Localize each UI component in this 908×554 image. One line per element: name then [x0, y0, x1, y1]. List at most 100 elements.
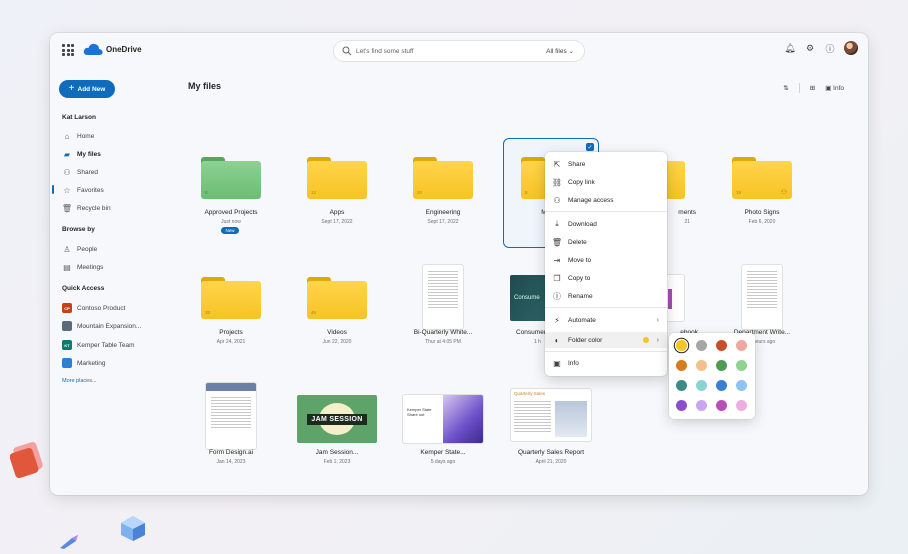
context-menu: ⇱ Share ⛓ Copy link ⚇ Manage access ⤓ Downlo…	[545, 152, 667, 376]
file-tile[interactable]: 19 ⚇ Photo Signs Feb 6, 2020	[715, 139, 809, 247]
search-scope-label: All files	[546, 48, 567, 55]
color-swatch[interactable]	[676, 360, 687, 371]
color-swatch[interactable]	[696, 380, 707, 391]
sidebar-item-label: Favorites	[77, 186, 104, 194]
app-name: OneDrive	[106, 45, 142, 54]
file-tile[interactable]: Bi-Quarterly White... Thur at 4:05 PM	[396, 259, 490, 367]
file-tile[interactable]: Kemper State Share out Kemper State... 5…	[396, 379, 490, 487]
file-tile[interactable]: 46 Videos Jun 22, 2020	[290, 259, 384, 367]
sidebar-item-favorites[interactable]: ☆ Favorites	[62, 184, 104, 196]
more-places-link[interactable]: More places...	[62, 378, 97, 384]
copy-icon: ❐	[553, 273, 561, 283]
menu-divider	[545, 211, 667, 212]
folder-icon: 12	[307, 157, 367, 199]
menu-item-info[interactable]: ▣ Info	[545, 355, 667, 371]
home-icon: ⌂	[64, 131, 70, 141]
color-swatch[interactable]	[736, 340, 747, 351]
menu-item-copy-link[interactable]: ⛓ Copy link	[545, 174, 667, 190]
menu-item-copy-to[interactable]: ❐ Copy to	[545, 270, 667, 286]
menu-item-label: Move to	[568, 256, 592, 264]
file-tile[interactable]: Quarterly Sales Quarterly Sales Report A…	[504, 379, 598, 487]
quick-item-kemper[interactable]: KT Kemper Table Team	[62, 339, 135, 351]
color-swatch[interactable]	[676, 380, 687, 391]
color-swatch[interactable]	[716, 400, 727, 411]
tile-name: Jam Session...	[315, 449, 359, 456]
star-icon: ☆	[63, 185, 71, 195]
color-swatch[interactable]	[676, 400, 687, 411]
sidebar-item-label: Shared	[77, 168, 98, 176]
color-swatch[interactable]	[736, 380, 747, 391]
file-tile[interactable]: 20 Engineering Sept 17, 2022	[396, 139, 490, 247]
file-tile[interactable]: 8 Approved Projects Just now New	[184, 139, 278, 247]
decorative-cube-icon	[121, 516, 145, 541]
tile-meta: 5 days ago	[430, 459, 456, 465]
tile-meta: Feb 1, 2023	[323, 459, 351, 465]
file-tile[interactable]: 12 Apps Sept 17, 2022	[290, 139, 384, 247]
thumbnail-text: JAM SESSION	[311, 416, 363, 423]
quick-access-heading: Quick Access	[62, 285, 105, 292]
sidebar-item-shared[interactable]: ⚇ Shared	[62, 166, 98, 178]
sidebar-item-people[interactable]: ♙ People	[62, 243, 97, 255]
quick-item-marketing[interactable]: Marketing	[62, 357, 106, 369]
gear-icon[interactable]: ⚙	[804, 42, 816, 54]
palette-icon: ◐	[554, 335, 560, 345]
color-swatch[interactable]	[676, 340, 687, 351]
menu-item-folder-color[interactable]: ◐ Folder color ›	[545, 332, 667, 348]
file-tile[interactable]: 33 Projects Apr 24, 2021	[184, 259, 278, 367]
help-icon[interactable]: ⓘ	[824, 42, 836, 54]
bell-icon[interactable]: 🔔︎	[784, 42, 796, 54]
tile-name: Apps	[329, 209, 345, 216]
search-box[interactable]: Let's find some stuff All files ⌄	[334, 41, 584, 61]
tile-meta: Sept 17, 2022	[427, 219, 459, 225]
color-swatch[interactable]	[716, 380, 727, 391]
menu-item-share[interactable]: ⇱ Share	[545, 156, 667, 172]
menu-item-automate[interactable]: ⚡︎ Automate ›	[545, 312, 667, 328]
quick-item-contoso[interactable]: CP Contoso Product	[62, 302, 125, 314]
file-tile[interactable]: Form Design.ai Jan 14, 2023	[184, 379, 278, 487]
active-indicator	[52, 185, 54, 194]
color-swatch[interactable]	[716, 360, 727, 371]
site-image-icon	[62, 358, 72, 368]
sidebar-item-meetings[interactable]: ▤ Meetings	[62, 261, 103, 273]
color-swatch[interactable]	[696, 360, 707, 371]
info-label: Info	[833, 85, 844, 92]
quick-item-label: Contoso Product	[77, 304, 126, 312]
chevron-down-icon: ⌄	[568, 48, 574, 55]
sort-icon[interactable]: ⇅	[783, 84, 788, 92]
new-badge: New	[221, 227, 239, 234]
people-icon: ⚇	[553, 195, 561, 205]
info-button[interactable]: ▣ Info	[825, 84, 844, 92]
tile-meta: Just now	[221, 219, 241, 225]
search-input[interactable]: Let's find some stuff	[356, 48, 413, 55]
grid-view-icon[interactable]: ⊞	[810, 84, 815, 92]
color-swatch[interactable]	[696, 340, 707, 351]
checkbox-checked-icon[interactable]: ✓	[586, 143, 594, 151]
color-swatch[interactable]	[696, 400, 707, 411]
menu-item-move-to[interactable]: ⇥ Move to	[545, 252, 667, 268]
color-swatch[interactable]	[736, 360, 747, 371]
menu-item-rename[interactable]: Ⓘ Rename	[545, 288, 667, 304]
calendar-icon: ▤	[63, 262, 71, 272]
file-tile[interactable]: JAM SESSION Jam Session... Feb 1, 2023	[290, 379, 384, 487]
app-launcher-icon[interactable]	[62, 44, 74, 56]
move-folder-icon: ⇥	[553, 255, 561, 265]
menu-item-download[interactable]: ⤓ Download	[545, 216, 667, 232]
menu-item-delete[interactable]: 🗑︎ Delete	[545, 234, 667, 250]
sidebar-item-my-files[interactable]: ▰ My files	[62, 148, 101, 160]
color-swatch[interactable]	[716, 340, 727, 351]
folder-color-palette	[669, 333, 755, 419]
sidebar-item-recycle-bin[interactable]: 🗑︎ Recycle bin	[62, 202, 111, 214]
sidebar-item-label: People	[77, 245, 98, 253]
sidebar-item-home[interactable]: ⌂ Home	[62, 130, 95, 142]
browse-by-heading: Browse by	[62, 226, 95, 233]
menu-item-manage-access[interactable]: ⚇ Manage access	[545, 192, 667, 208]
add-new-button[interactable]: + Add New	[59, 80, 115, 98]
document-thumbnail	[742, 265, 782, 329]
thumbnail-text: Quarterly Sales	[514, 391, 546, 396]
avatar[interactable]	[844, 41, 858, 55]
folder-icon: 46	[307, 277, 367, 319]
color-swatch[interactable]	[736, 400, 747, 411]
search-scope-dropdown[interactable]: All files ⌄	[546, 47, 574, 55]
automate-icon: ⚡︎	[554, 315, 560, 325]
quick-item-mountain[interactable]: Mountain Expansion...	[62, 320, 141, 332]
